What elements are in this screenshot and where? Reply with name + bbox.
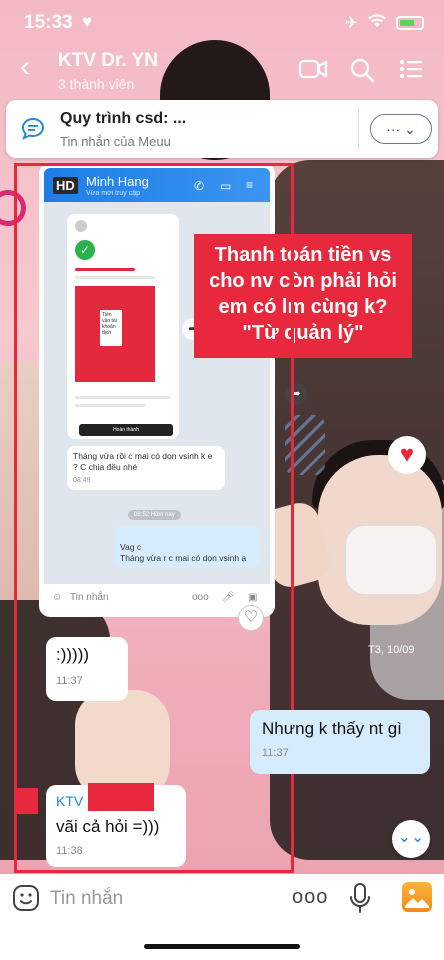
message-text: Nhưng k thấy nt gì xyxy=(262,719,402,738)
pinned-message[interactable]: Quy trình csd: ... Tin nhắn của Meuu ···… xyxy=(6,100,438,158)
background-mask xyxy=(345,525,437,595)
wifi-icon xyxy=(368,13,386,33)
back-button[interactable]: ‹ xyxy=(20,52,30,82)
menu-icon[interactable] xyxy=(398,56,428,84)
message-time: 11:37 xyxy=(56,675,83,687)
message-text: :))))) xyxy=(56,645,90,664)
avatar[interactable] xyxy=(16,788,38,814)
message-bubble[interactable]: :))))) 11:37 xyxy=(46,637,128,701)
message-input[interactable]: Tin nhắn xyxy=(50,884,280,914)
video-call-icon[interactable] xyxy=(298,56,328,84)
divider xyxy=(358,108,359,150)
mic-icon[interactable] xyxy=(348,882,372,914)
chat-title[interactable]: KTV Dr. YN xyxy=(58,50,158,72)
more-icon[interactable]: ooo xyxy=(292,886,328,909)
message-time: 11:38 xyxy=(56,845,83,857)
home-indicator xyxy=(144,944,300,949)
airplane-icon: ✈ xyxy=(344,15,358,32)
heart-icon: ♥ xyxy=(388,436,426,474)
search-icon[interactable] xyxy=(348,56,378,84)
chat-bubble-icon xyxy=(20,116,46,142)
chat-header: ‹ KTV Dr. YN 3 thành viên xyxy=(0,46,444,98)
scroll-down-icon[interactable]: ⌄⌄ xyxy=(392,820,430,858)
message-text: vãi cả hỏi =))) xyxy=(56,817,160,836)
pinned-more-button[interactable]: ··· ⌄ xyxy=(370,114,432,144)
pinned-subtitle: Tin nhắn của Meuu xyxy=(60,134,171,149)
status-bar: 15:33 ♥ ✈ xyxy=(0,0,444,46)
composer-bar: Tin nhắn ooo xyxy=(0,874,444,960)
heart-status-icon: ♥ xyxy=(82,12,93,31)
image-icon[interactable] xyxy=(402,882,432,912)
status-icons: ✈ xyxy=(345,13,424,33)
battery-icon xyxy=(396,16,424,30)
message-bubble-mine[interactable]: Nhưng k thấy nt gì 11:37 xyxy=(250,710,430,774)
status-time: 15:33 xyxy=(24,12,73,33)
video-timestamp: T3, 10/09 xyxy=(368,644,415,656)
pinned-title: Quy trình csd: ... xyxy=(60,110,187,127)
message-time: 11:37 xyxy=(262,747,289,759)
member-count: 3 thành viên xyxy=(58,76,135,92)
emoji-icon[interactable] xyxy=(12,884,40,912)
redacted-name xyxy=(88,783,154,811)
